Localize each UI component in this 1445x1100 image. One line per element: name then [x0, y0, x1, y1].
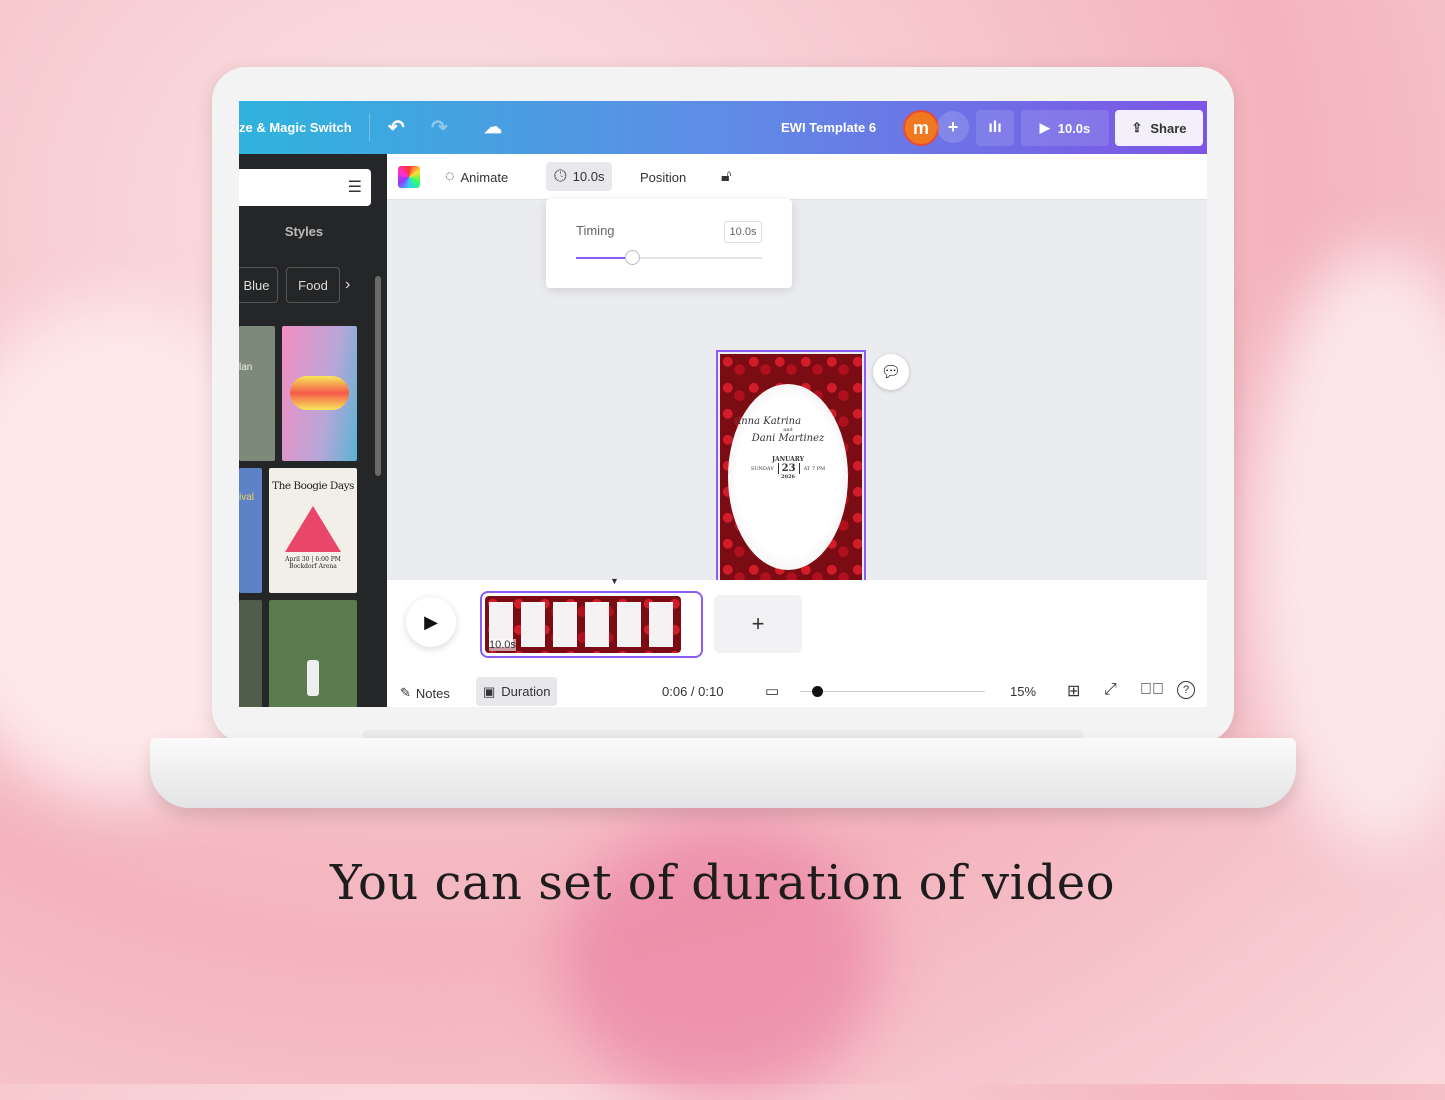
add-page-button[interactable]: +	[714, 595, 802, 653]
template-text: lan	[239, 362, 253, 373]
document-title[interactable]: EWI Template 6	[781, 101, 876, 154]
timing-slider[interactable]	[576, 250, 762, 265]
clip-duration: 10.0s	[489, 639, 516, 651]
invite-name-2: Dani Martinez	[751, 433, 825, 444]
cloud-saved-icon[interactable]: ☁	[484, 101, 502, 154]
help-icon[interactable]: ?	[1177, 681, 1195, 699]
invite-name-1: Anna Katrina	[734, 416, 802, 427]
clip-filmstrip: 10.0s	[485, 596, 681, 653]
play-icon: ▶	[1039, 120, 1050, 135]
editor-screen: ze & Magic Switch ↶ ↷ ☁ EWI Template 6 m…	[239, 101, 1207, 707]
clock-icon: 🕓︎	[554, 167, 567, 185]
timeline-clip[interactable]: 10.0s	[480, 591, 703, 658]
notes-button[interactable]: ✎ Notes	[400, 685, 450, 701]
timeline-play-button[interactable]: ▶	[406, 597, 456, 647]
template-thumb-boogie-days[interactable]: The Boogie Days April 30 | 6:00 PM Bockd…	[269, 468, 357, 593]
template-text: ival	[239, 492, 255, 503]
invite-date: 23	[777, 463, 800, 474]
duration-toggle-button[interactable]: ▣ Duration	[476, 677, 558, 706]
divider	[369, 113, 370, 141]
invite-year: 2026	[781, 474, 795, 480]
timing-popup: Timing 10.0s	[546, 199, 792, 288]
search-input[interactable]: ☰	[239, 169, 371, 206]
styles-heading: Styles	[284, 224, 324, 239]
share-icon: ⇪	[1131, 120, 1143, 135]
lock-icon[interactable]: 🔓︎	[721, 154, 731, 200]
template-thumb[interactable]	[269, 600, 357, 707]
duration-label: Duration	[501, 684, 551, 699]
check-circle-icon[interactable]: ✓⃝	[1140, 681, 1164, 699]
zoom-slider-handle[interactable]	[812, 686, 823, 697]
animate-icon: ◌	[445, 168, 455, 185]
color-picker-button[interactable]	[398, 154, 420, 200]
invite-day: SUNDAY	[750, 465, 774, 472]
top-bar: ze & Magic Switch ↶ ↷ ☁ EWI Template 6 m…	[239, 101, 1207, 154]
templates-sidebar: ☰ Styles Blue Food › lan ival The Boogie…	[239, 154, 387, 707]
zoom-level: 15%	[1010, 684, 1037, 699]
play-duration: 10.0s	[1057, 120, 1091, 136]
filter-icon[interactable]: ☰	[348, 177, 362, 197]
add-collaborator-button[interactable]: +	[937, 111, 969, 143]
notes-label: Notes	[415, 685, 450, 701]
bottle-graphic	[307, 660, 319, 696]
selected-page[interactable]: Anna Katrina and Dani Martinez JANUARY S…	[716, 350, 866, 614]
timing-label: Timing	[576, 223, 615, 238]
share-button[interactable]: ⇪ Share	[1115, 110, 1203, 146]
chip-food[interactable]: Food	[286, 267, 340, 303]
animate-label: Animate	[460, 169, 509, 185]
undo-icon[interactable]: ↶	[388, 101, 405, 154]
chip-blue[interactable]: Blue	[239, 267, 278, 303]
resize-magic-switch-button[interactable]: ze & Magic Switch	[239, 101, 352, 154]
notes-icon: ✎	[400, 685, 411, 700]
playback-time: 0:06 / 0:10	[662, 684, 724, 699]
template-thumb[interactable]: ival	[239, 468, 262, 593]
rainbow-swatch-icon	[398, 166, 420, 188]
zoom-slider[interactable]	[800, 686, 985, 697]
play-button[interactable]: ▶ 10.0s	[1021, 110, 1109, 146]
invitation-design: Anna Katrina and Dani Martinez JANUARY S…	[720, 354, 862, 610]
timing-slider-handle[interactable]	[624, 250, 640, 265]
template-title: The Boogie Days	[272, 480, 354, 492]
position-button[interactable]: Position	[640, 154, 686, 200]
playhead-marker-icon[interactable]: ▼	[610, 576, 619, 586]
laptop-base	[150, 738, 1296, 808]
timeline-panel: ▼ ▶ 10.0s + ✎ Notes ▣ Duration 0:06 / 0:10…	[387, 576, 1207, 707]
invite-month: JANUARY	[772, 456, 804, 463]
duration-button[interactable]: 🕓︎ 10.0s	[546, 162, 613, 191]
insights-icon[interactable]: ılı	[976, 110, 1014, 146]
position-label: Position	[640, 169, 687, 185]
template-venue: Bockdorf Arena	[289, 563, 337, 570]
template-date: April 30 | 6:00 PM	[285, 556, 341, 563]
caption-text: You can set of duration of video	[329, 855, 1116, 911]
resize-label: ze & Magic Switch	[239, 120, 352, 135]
avatar[interactable]: m	[903, 110, 939, 146]
canvas-area: Anna Katrina and Dani Martinez JANUARY S…	[387, 200, 1207, 682]
comment-add-icon[interactable]: 💬︎	[873, 354, 909, 390]
avatar-letter: m	[912, 117, 929, 138]
template-thumb[interactable]: lan	[239, 326, 275, 461]
pyramid-graphic	[285, 506, 341, 552]
chips-next-icon[interactable]: ›	[345, 267, 361, 303]
page-view-icon[interactable]: ▭	[765, 682, 779, 700]
sidebar-scrollbar[interactable]	[375, 264, 383, 479]
timing-value-input[interactable]: 10.0s	[724, 221, 762, 243]
invite-time: AT 7 PM	[803, 465, 826, 472]
fullscreen-icon[interactable]: ⤢	[1104, 681, 1117, 699]
doc-title-text: EWI Template 6	[781, 120, 877, 135]
grid-view-icon[interactable]: ⊞	[1067, 681, 1080, 701]
duration-icon: ▣	[483, 683, 496, 699]
timing-slider-fill	[576, 257, 632, 259]
element-toolbar: ◌ Animate 🕓︎ 10.0s Position 🔓︎	[387, 154, 1207, 200]
template-thumb[interactable]	[239, 600, 262, 707]
animate-button[interactable]: ◌ Animate	[445, 154, 508, 200]
template-graphic	[290, 376, 349, 410]
redo-icon[interactable]: ↷	[431, 101, 448, 154]
share-label: Share	[1150, 120, 1187, 136]
duration-value: 10.0s	[572, 169, 605, 184]
template-thumb[interactable]	[282, 326, 357, 461]
